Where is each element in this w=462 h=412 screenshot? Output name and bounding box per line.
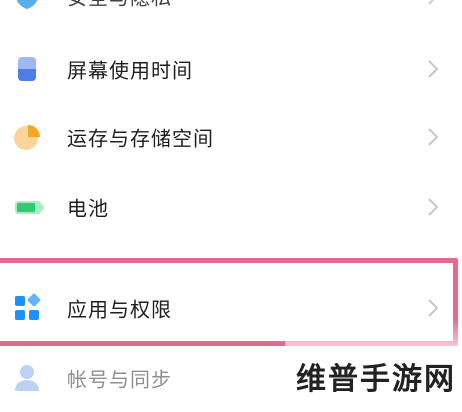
settings-item-security[interactable]: 安全与隐私 <box>0 0 462 30</box>
settings-item-label: 屏幕使用时间 <box>67 58 193 83</box>
watermark-text: 维普手游网 <box>296 362 456 397</box>
chevron-right-icon <box>428 60 439 78</box>
settings-item-storage[interactable]: 运存与存储空间 <box>0 103 462 171</box>
battery-icon <box>15 201 44 214</box>
settings-item-label: 安全与隐私 <box>67 0 172 11</box>
security-icon <box>16 0 38 9</box>
settings-item-battery[interactable]: 电池 <box>0 173 462 241</box>
settings-item-label: 电池 <box>67 196 109 221</box>
chevron-right-icon <box>428 198 439 216</box>
settings-item-label: 应用与权限 <box>67 297 172 322</box>
chevron-right-icon <box>428 0 435 5</box>
watermark-backdrop <box>285 318 462 358</box>
chevron-right-icon <box>428 299 439 317</box>
apps-grid-icon <box>15 293 41 320</box>
settings-item-label: 帐号与同步 <box>67 367 172 392</box>
settings-item-screen-time[interactable]: 屏幕使用时间 <box>0 35 462 103</box>
chevron-right-icon <box>428 128 439 146</box>
user-icon <box>15 365 39 391</box>
settings-item-label: 运存与存储空间 <box>67 126 214 151</box>
hourglass-icon <box>18 57 36 81</box>
pie-chart-icon <box>14 125 40 150</box>
